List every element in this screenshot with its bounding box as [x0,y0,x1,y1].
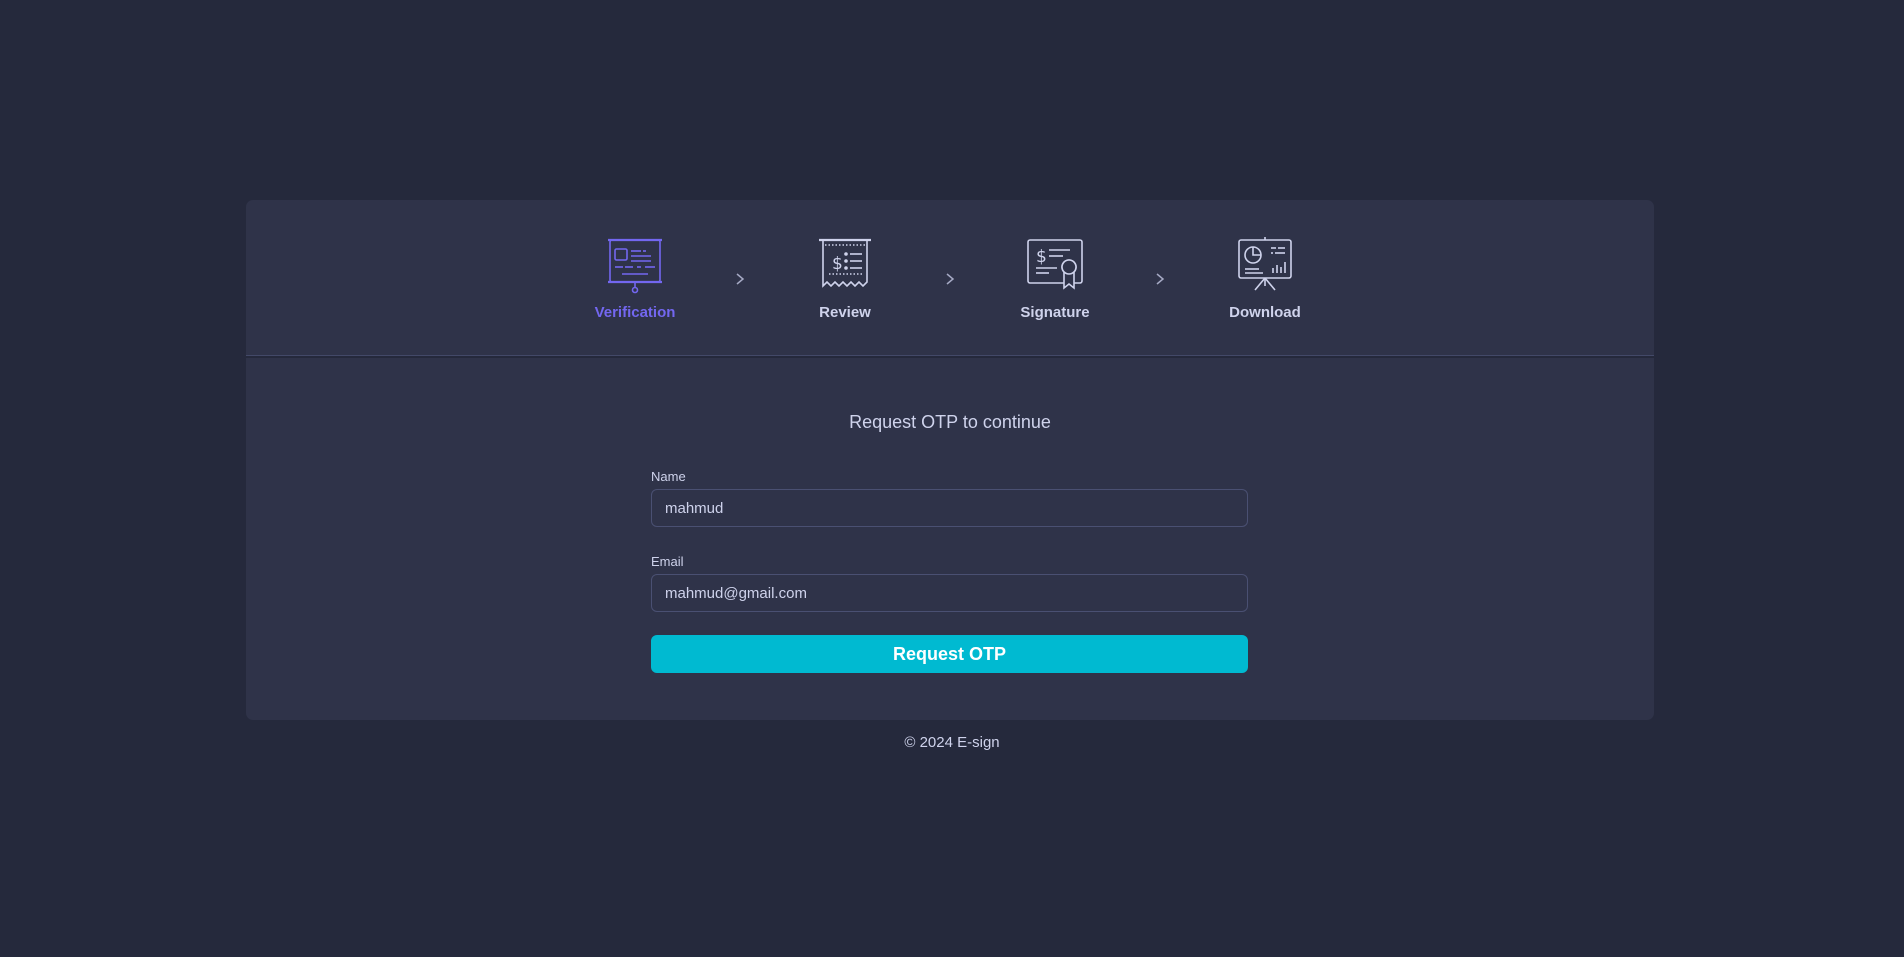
name-field-group: Name [651,469,1248,527]
receipt-icon: $ [819,238,871,288]
step-label: Signature [1020,304,1090,321]
stepper-card: Verification $ Review $ Signature Downlo… [246,200,1654,356]
name-input[interactable] [651,489,1248,527]
step-label: Verification [594,304,676,321]
footer-copyright: © 2024 E-sign [904,734,1000,751]
svg-text:$: $ [832,254,843,274]
step-label: Review [819,304,871,321]
step-download[interactable]: Download [1205,236,1325,321]
request-otp-button[interactable]: Request OTP [651,635,1248,673]
step-review[interactable]: $ Review [785,236,905,321]
email-input[interactable] [651,574,1248,612]
chevron-right-icon [695,236,785,286]
presentation-id-card-icon [608,238,662,294]
chevron-right-icon [1115,236,1205,286]
chevron-right-icon [905,236,995,286]
form-title: Request OTP to continue [849,412,1051,432]
stepper: Verification $ Review $ Signature Downlo… [246,236,1654,321]
step-signature[interactable]: $ Signature [995,236,1115,321]
step-verification[interactable]: Verification [575,236,695,321]
otp-form-card: Request OTP to continue Name Email Reque… [246,358,1654,720]
svg-text:$: $ [1036,247,1047,267]
name-label: Name [651,469,686,484]
email-field-group: Email [651,554,1248,612]
email-label: Email [651,554,684,569]
chart-presentation-icon [1238,237,1292,291]
step-label: Download [1229,304,1301,321]
certificate-icon: $ [1027,239,1083,290]
